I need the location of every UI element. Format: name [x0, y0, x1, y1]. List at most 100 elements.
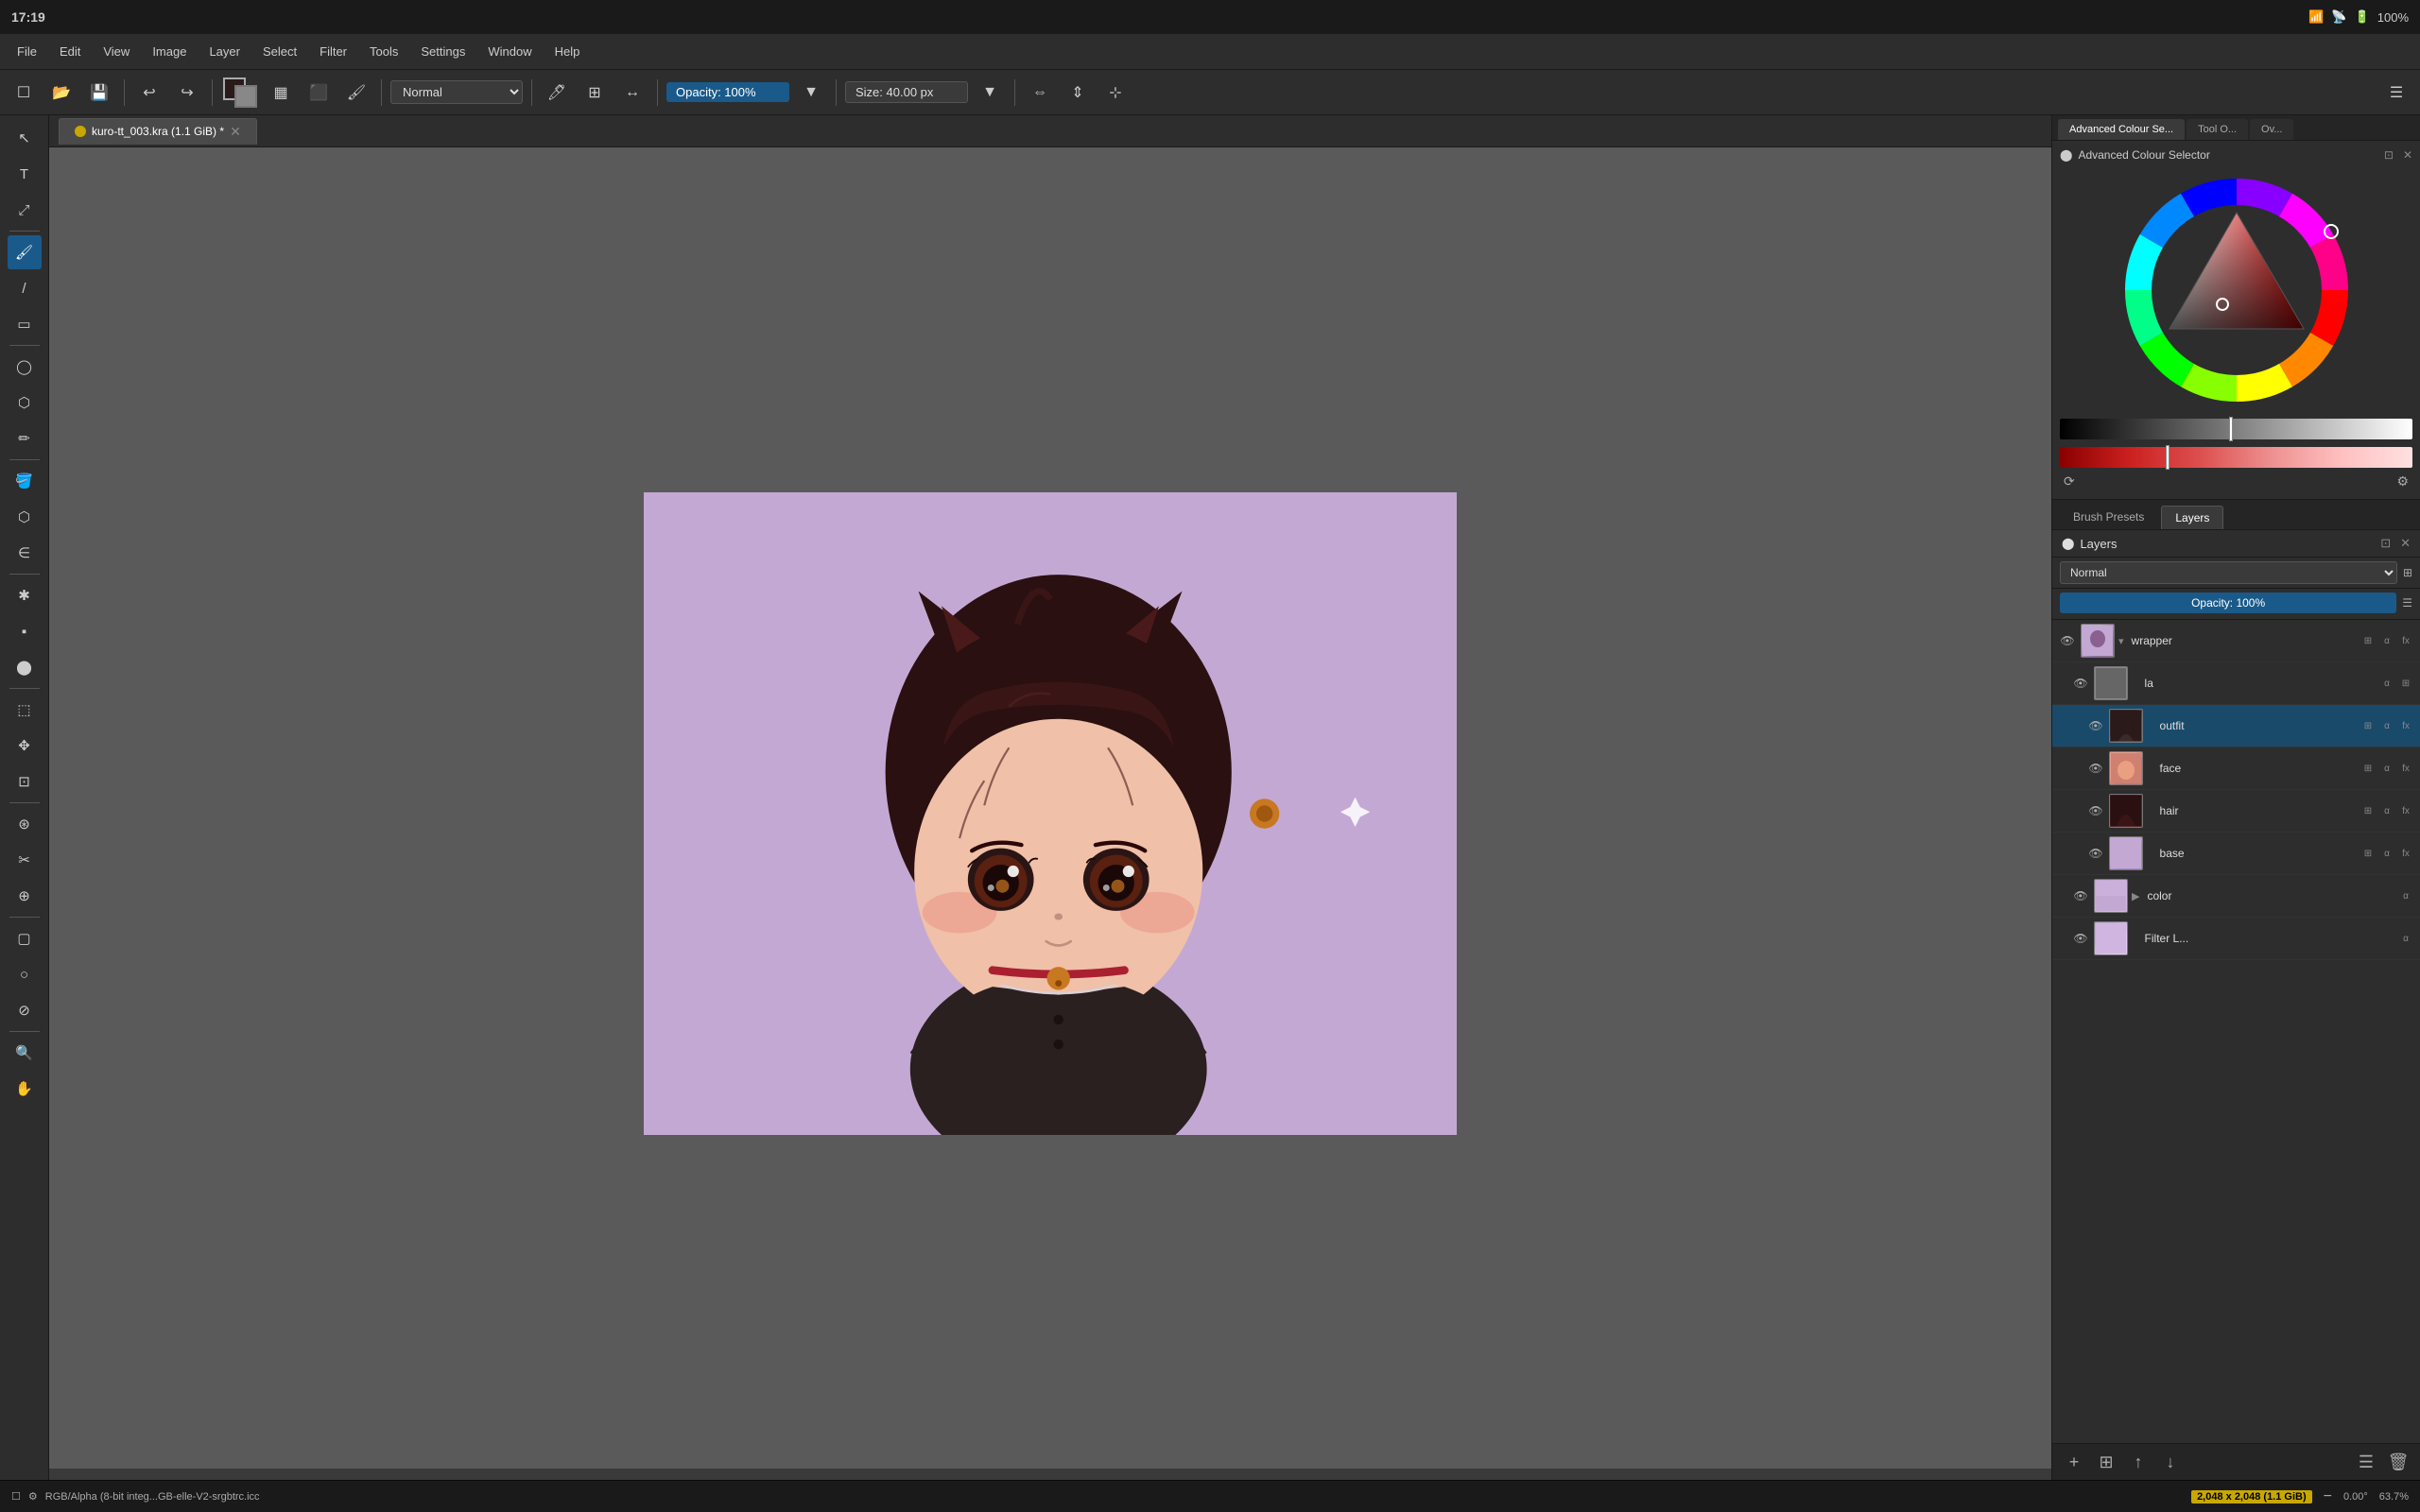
- layer-copy-outfit[interactable]: ⊞: [2360, 717, 2377, 734]
- magnetic-select[interactable]: ⊘: [8, 993, 42, 1027]
- flip-h-button[interactable]: ⇔: [1024, 77, 1056, 109]
- collapse-icon-wrapper[interactable]: ▾: [2118, 635, 2124, 647]
- canvas-viewport[interactable]: [49, 147, 2051, 1480]
- move-down-button[interactable]: ↓: [2156, 1448, 2185, 1476]
- menu-file[interactable]: File: [8, 41, 46, 62]
- stroke-tool[interactable]: ⬤: [8, 650, 42, 684]
- color-picker[interactable]: ✱: [8, 578, 42, 612]
- menu-settings[interactable]: Settings: [411, 41, 475, 62]
- layers-filter-icon[interactable]: ⊞: [2403, 566, 2412, 579]
- canvas-tab-close[interactable]: ✕: [230, 124, 241, 140]
- crop-tool[interactable]: ⬚: [8, 693, 42, 727]
- panel-tab-overview[interactable]: Ov...: [2250, 119, 2293, 140]
- brush-presets-tab[interactable]: Brush Presets: [2060, 506, 2157, 529]
- selection-rect[interactable]: ▢: [8, 921, 42, 955]
- layer-row-hair[interactable]: 👁 ▾ hair ⊞ α fx: [2052, 790, 2420, 833]
- opacity-control[interactable]: Opacity: 100%: [666, 82, 789, 102]
- close-panel-button[interactable]: ✕: [2403, 148, 2412, 162]
- size-control[interactable]: Size: 40.00 px: [845, 81, 968, 103]
- layer-fx-base[interactable]: fx: [2397, 845, 2414, 862]
- canvas-tab-item[interactable]: kuro-tt_003.kra (1.1 GiB) * ✕: [59, 118, 257, 145]
- layers-opacity-menu[interactable]: ☰: [2402, 596, 2412, 610]
- gradient-tool[interactable]: ∈: [8, 536, 42, 570]
- layer-row-outfit[interactable]: 👁 ▾ outfit ⊞ α fx: [2052, 705, 2420, 747]
- layer-alpha-la[interactable]: α: [2378, 675, 2395, 692]
- menu-window[interactable]: Window: [478, 41, 541, 62]
- flip-v-button[interactable]: ⇕: [1062, 77, 1094, 109]
- paint-mode-button[interactable]: 🖊: [541, 77, 573, 109]
- opacity-arrow[interactable]: ▼: [795, 77, 827, 109]
- freehand-tool[interactable]: ✏: [8, 421, 42, 455]
- line-tool[interactable]: /: [8, 271, 42, 305]
- multibrush-tool[interactable]: ⊛: [8, 807, 42, 841]
- layer-row-color[interactable]: 👁 ▶ color α: [2052, 875, 2420, 918]
- rect-tool[interactable]: ▭: [8, 307, 42, 341]
- transform-button[interactable]: ⊹: [1099, 77, 1132, 109]
- fill-tool[interactable]: ⬡: [8, 500, 42, 534]
- layer-alpha-outfit[interactable]: α: [2378, 717, 2395, 734]
- color-options-button[interactable]: ⚙: [2396, 473, 2409, 490]
- statusbar-icon-2[interactable]: ⚙: [28, 1490, 38, 1503]
- background-color[interactable]: [234, 85, 257, 108]
- layer-fx-wrapper[interactable]: fx: [2397, 632, 2414, 649]
- polygon-tool[interactable]: ⬡: [8, 386, 42, 420]
- layer-row-wrapper[interactable]: 👁 ▾ wrapper ⊞ α fx: [2052, 620, 2420, 662]
- panel-tab-tool[interactable]: Tool O...: [2187, 119, 2248, 140]
- lightness-bar[interactable]: [2060, 419, 2412, 439]
- pattern-button[interactable]: ▦: [265, 77, 297, 109]
- layer-copy-base[interactable]: ⊞: [2360, 845, 2377, 862]
- open-button[interactable]: 📂: [45, 77, 78, 109]
- ellipse-tool[interactable]: ◯: [8, 350, 42, 384]
- new-doc-button[interactable]: ☐: [8, 77, 40, 109]
- layers-close-button[interactable]: ✕: [2400, 536, 2411, 551]
- layer-visible-face[interactable]: 👁: [2086, 759, 2105, 778]
- layer-copy-wrapper[interactable]: ⊞: [2360, 632, 2377, 649]
- transform-tool[interactable]: ⤢: [8, 193, 42, 227]
- contiguous-select[interactable]: 🪣: [8, 464, 42, 498]
- color-wheel[interactable]: [2114, 167, 2360, 413]
- layer-fx-face[interactable]: fx: [2397, 760, 2414, 777]
- layer-visible-color[interactable]: 👁: [2071, 886, 2090, 905]
- selection-ellipse[interactable]: ○: [8, 957, 42, 991]
- menu-help[interactable]: Help: [545, 41, 590, 62]
- move-tool[interactable]: ✥: [8, 729, 42, 763]
- fill-selection[interactable]: ▪: [8, 614, 42, 648]
- layer-options-button[interactable]: ☰: [2352, 1448, 2380, 1476]
- refresh-color-button[interactable]: ⟳: [2064, 473, 2075, 490]
- add-layer-button[interactable]: +: [2060, 1448, 2088, 1476]
- save-button[interactable]: 💾: [83, 77, 115, 109]
- paint-tool[interactable]: 🖌: [8, 235, 42, 269]
- horizontal-scrollbar[interactable]: [49, 1469, 2051, 1480]
- panel-toggle-button[interactable]: ☰: [2380, 77, 2412, 109]
- menu-select[interactable]: Select: [253, 41, 306, 62]
- layer-alpha-filter[interactable]: α: [2397, 930, 2414, 947]
- smart-patch[interactable]: ✂: [8, 843, 42, 877]
- layer-row-filter[interactable]: 👁 ▾ Filter L... α: [2052, 918, 2420, 960]
- gradient-button[interactable]: ⬛: [302, 77, 335, 109]
- color-bar[interactable]: [2060, 447, 2412, 468]
- zoom-tool[interactable]: 🔍: [8, 1036, 42, 1070]
- layer-copy-face[interactable]: ⊞: [2360, 760, 2377, 777]
- layer-alpha-hair[interactable]: α: [2378, 802, 2395, 819]
- symmetry-button[interactable]: ↔: [616, 77, 648, 109]
- layer-row-face[interactable]: 👁 ▾ face ⊞ α fx: [2052, 747, 2420, 790]
- statusbar-zoom-decrease[interactable]: −: [2324, 1488, 2332, 1505]
- layers-float-button[interactable]: ⊡: [2380, 536, 2391, 551]
- wrap-mode-button[interactable]: ⊞: [579, 77, 611, 109]
- panel-tab-color[interactable]: Advanced Colour Se...: [2058, 119, 2185, 140]
- menu-layer[interactable]: Layer: [199, 41, 250, 62]
- move-up-button[interactable]: ↑: [2124, 1448, 2152, 1476]
- layer-merge-la[interactable]: ⊞: [2397, 675, 2414, 692]
- layer-visible-filter[interactable]: 👁: [2071, 929, 2090, 948]
- menu-image[interactable]: Image: [143, 41, 196, 62]
- select-tool[interactable]: ↖: [8, 121, 42, 155]
- layer-visible-hair[interactable]: 👁: [2086, 801, 2105, 820]
- menu-view[interactable]: View: [94, 41, 139, 62]
- redo-button[interactable]: ↪: [171, 77, 203, 109]
- layer-visible-outfit[interactable]: 👁: [2086, 716, 2105, 735]
- copy-layer-button[interactable]: ⊞: [2092, 1448, 2120, 1476]
- menu-filter[interactable]: Filter: [310, 41, 356, 62]
- layer-visible-la[interactable]: 👁: [2071, 674, 2090, 693]
- layer-row-la[interactable]: 👁 ▾ la α ⊞: [2052, 662, 2420, 705]
- layer-row-base[interactable]: 👁 ▾ base ⊞ α fx: [2052, 833, 2420, 875]
